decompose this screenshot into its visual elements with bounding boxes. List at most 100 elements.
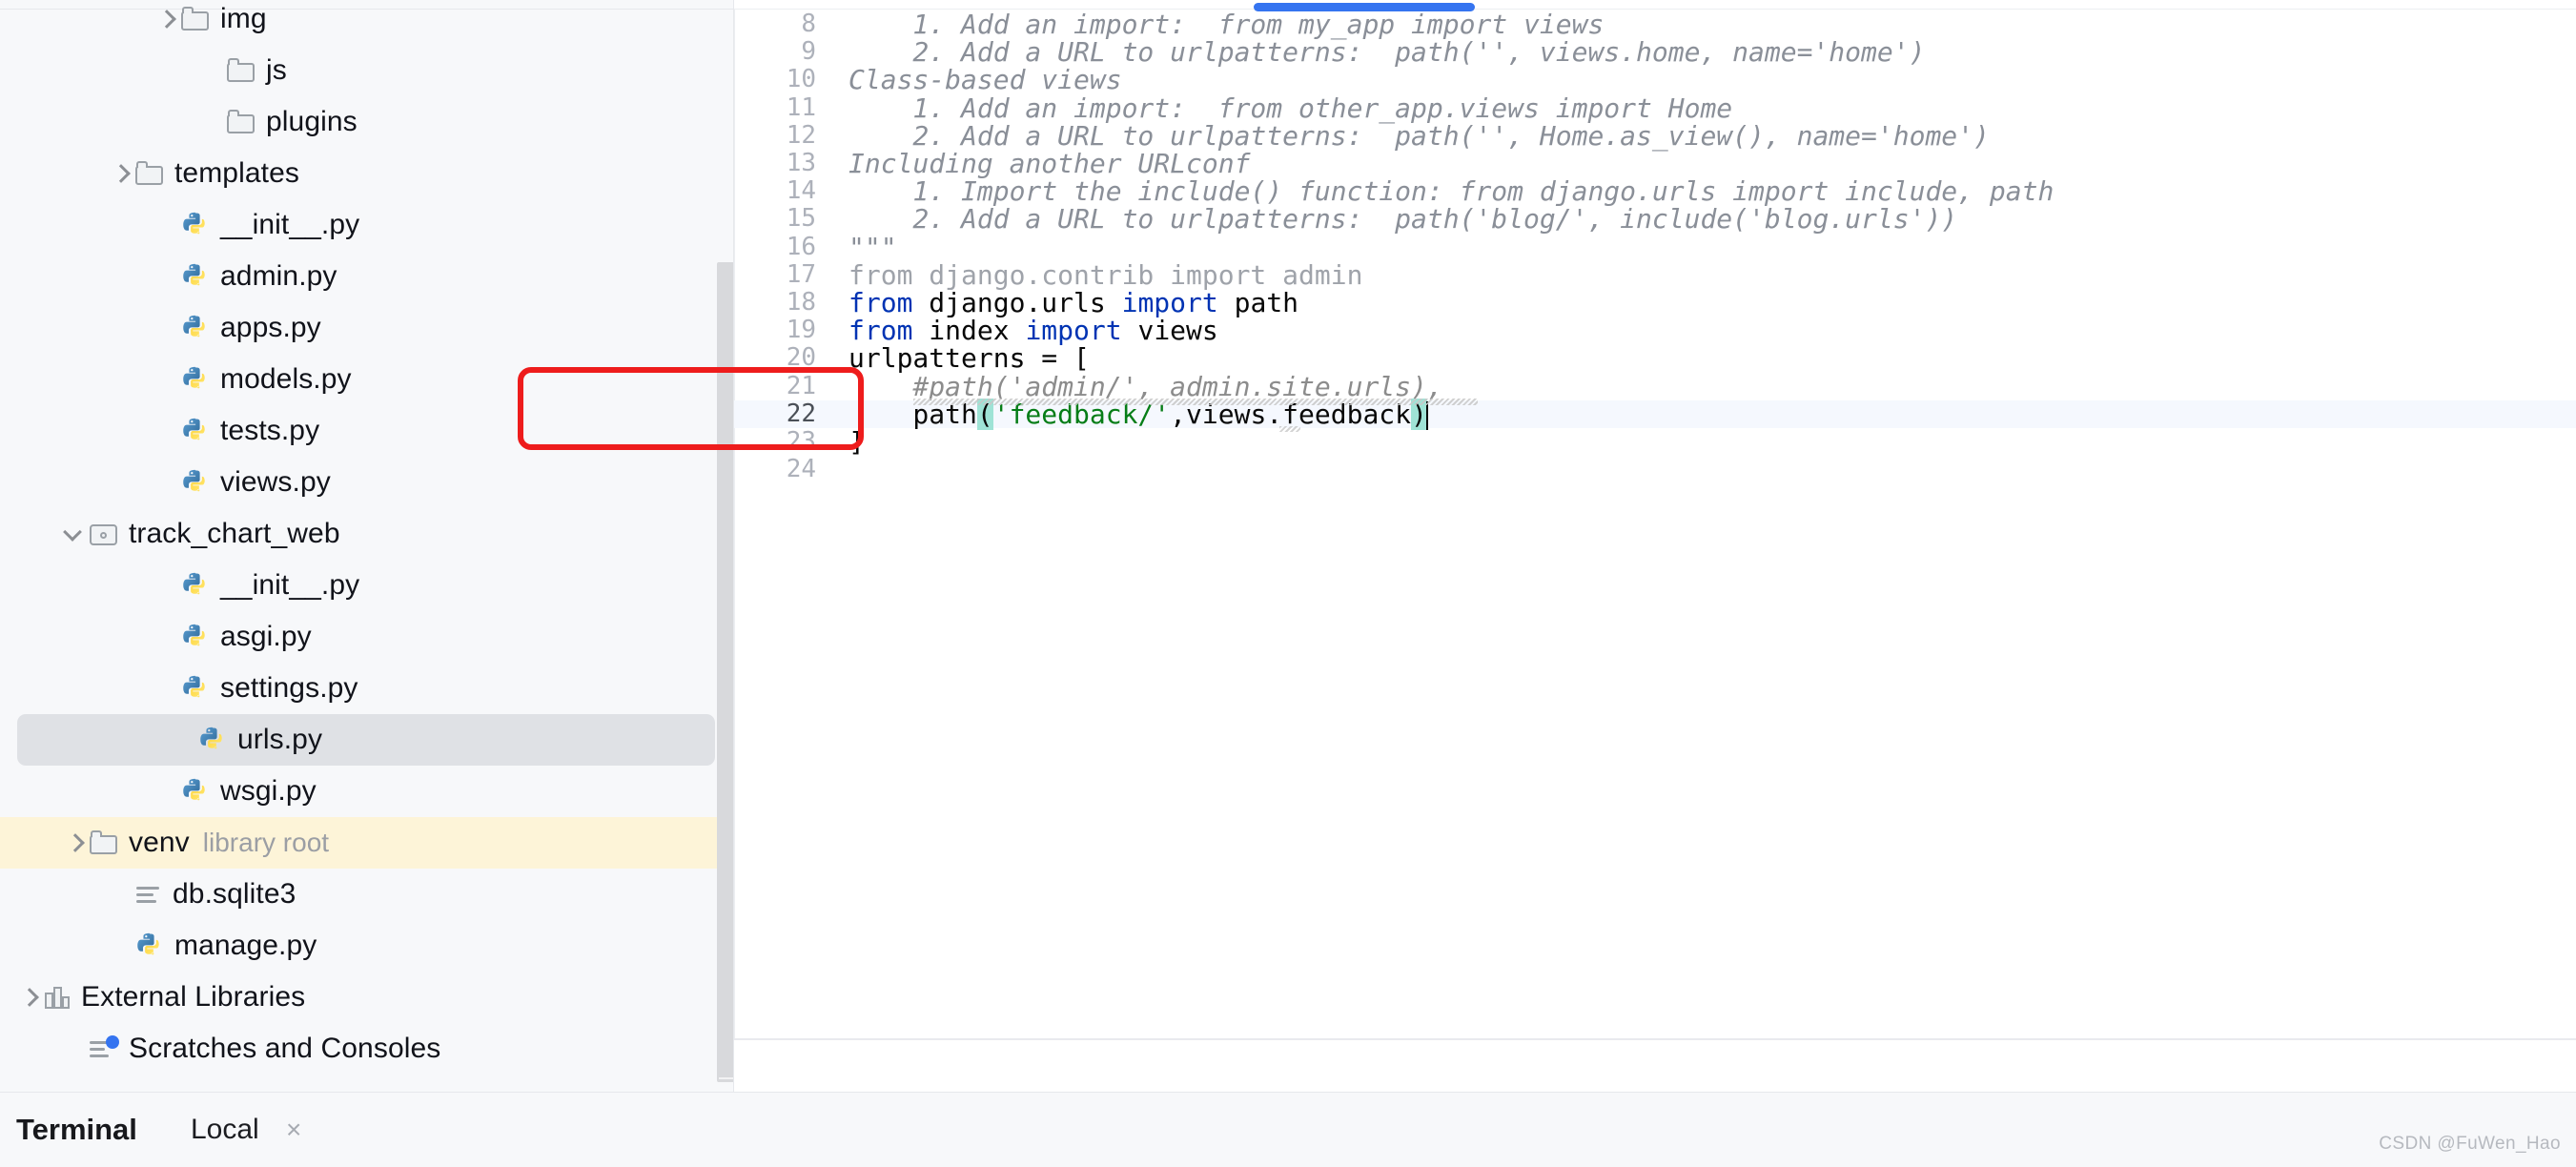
code-line-text: 1. Import the include() function: from d… — [848, 177, 2054, 205]
code-token: import — [1025, 315, 1138, 347]
chevron-down-icon[interactable] — [57, 508, 90, 560]
tree-item-manage-py[interactable]: manage.py — [0, 920, 734, 972]
code-line[interactable]: 8 1. Add an import: from my_app import v… — [734, 10, 2576, 39]
editor-bottom-divider — [734, 1038, 2576, 1040]
tree-item-views-py[interactable]: views.py — [0, 457, 734, 508]
tree-item-scratches-and-consoles[interactable]: Scratches and Consoles — [0, 1023, 734, 1075]
code-line-text: 2. Add a URL to urlpatterns: path('', vi… — [848, 38, 1925, 66]
code-line[interactable]: 17 from django.contrib import admin — [734, 258, 2576, 291]
code-line-text: 2. Add a URL to urlpatterns: path('blog/… — [848, 205, 1957, 233]
code-line-text: 1. Add an import: from my_app import vie… — [848, 10, 1604, 38]
project-tree-panel[interactable]: img js plugins templates __init__.py admin.py… — [0, 0, 734, 1092]
tree-item-label: tests.py — [220, 415, 320, 446]
code-line[interactable]: 10 Class-based views — [734, 66, 2576, 94]
tree-item--init-py[interactable]: __init__.py — [0, 560, 734, 611]
python-file-icon — [135, 932, 164, 960]
tree-item-plugins[interactable]: plugins — [0, 96, 734, 148]
tree-item-wsgi-py[interactable]: wsgi.py — [0, 766, 734, 817]
tree-item-label: wsgi.py — [220, 775, 317, 807]
sidebar-vertical-scrollbar[interactable] — [717, 262, 734, 1082]
python-file-icon — [181, 674, 210, 703]
chevron-right-icon[interactable] — [11, 972, 44, 1023]
tree-item-db-sqlite3[interactable]: db.sqlite3 — [0, 869, 734, 920]
code-line[interactable]: 21 #path('admin/', admin.site.urls), — [734, 372, 2576, 400]
ide-window: img js plugins templates __init__.py admin.py… — [0, 0, 2576, 1167]
tree-item-track-chart-web[interactable]: track_chart_web — [0, 508, 734, 560]
tree-arrow-placeholder — [149, 560, 181, 611]
tree-arrow-placeholder — [149, 457, 181, 508]
line-number: 19 — [786, 316, 816, 345]
tree-item-apps-py[interactable]: apps.py — [0, 302, 734, 354]
code-token: path — [1234, 287, 1299, 318]
code-token: from django.contrib import admin — [848, 258, 1363, 291]
tree-item-label: asgi.py — [220, 621, 312, 652]
chevron-right-icon[interactable] — [103, 148, 135, 199]
bottom-tool-window-bar[interactable]: Terminal Local × CSDN @FuWen_Hao — [0, 1092, 2576, 1167]
tree-item-asgi-py[interactable]: asgi.py — [0, 611, 734, 663]
line-number: 22 — [786, 399, 816, 428]
tree-item-tests-py[interactable]: tests.py — [0, 405, 734, 457]
code-line[interactable]: 19 from index import views — [734, 315, 2576, 347]
tree-item-label: venv — [129, 827, 190, 858]
code-token: Including another URLconf — [848, 148, 1251, 179]
code-line-text: 1. Add an import: from other_app.views i… — [848, 94, 1732, 122]
watermark-text: CSDN @FuWen_Hao — [2379, 1134, 2561, 1154]
tree-arrow-placeholder — [194, 96, 227, 148]
tree-item-external-libraries[interactable]: External Libraries — [0, 972, 734, 1023]
tree-arrow-placeholder — [194, 45, 227, 96]
code-line[interactable]: 16 """ — [734, 232, 2576, 261]
chevron-right-icon[interactable] — [57, 817, 90, 869]
tree-item-label: apps.py — [220, 312, 321, 343]
code-line[interactable]: 18 from django.urls import path — [734, 289, 2576, 317]
tree-item-label: Scratches and Consoles — [129, 1033, 441, 1064]
tree-item--init-py[interactable]: __init__.py — [0, 199, 734, 251]
code-token: views — [1137, 315, 1218, 347]
inspection-squiggle — [1279, 425, 1300, 432]
tree-arrow-placeholder — [149, 766, 181, 817]
close-icon[interactable]: × — [286, 1115, 301, 1145]
code-line[interactable]: 20 urlpatterns = [ — [734, 342, 2576, 375]
python-file-icon — [181, 314, 210, 342]
line-number: 16 — [786, 232, 816, 261]
tree-item-label: urls.py — [237, 724, 323, 755]
code-token: from — [848, 315, 930, 347]
tree-item-urls-py[interactable]: urls.py — [17, 714, 715, 766]
code-line-text: Class-based views — [848, 66, 1122, 93]
terminal-tool-window-label[interactable]: Terminal — [16, 1113, 137, 1147]
code-line[interactable]: 13 Including another URLconf — [734, 148, 2576, 179]
code-line[interactable]: 11 1. Add an import: from other_app.view… — [734, 93, 2576, 122]
tree-item-venv[interactable]: venv library root — [0, 817, 734, 869]
tree-arrow-placeholder — [57, 1023, 90, 1075]
project-tree[interactable]: img js plugins templates __init__.py admin.py… — [0, 3, 734, 1075]
code-line[interactable]: 14 1. Import the include() function: fro… — [734, 177, 2576, 206]
tree-item-models-py[interactable]: models.py — [0, 354, 734, 405]
text-caret — [1425, 400, 1428, 430]
code-token: 1. Import the include() function: from d… — [848, 175, 2055, 208]
folder-icon — [135, 161, 164, 186]
tree-item-img[interactable]: img — [0, 0, 734, 45]
code-token: 1. Add an import: from other_app.views i… — [848, 92, 1733, 124]
code-line[interactable]: 9 2. Add a URL to urlpatterns: path('', … — [734, 38, 2576, 67]
tree-item-templates[interactable]: templates — [0, 148, 734, 199]
code-token: urlpatterns = [ — [848, 342, 1090, 375]
tree-item-label: plugins — [266, 106, 358, 137]
tree-item-js[interactable]: js — [0, 45, 734, 96]
tree-item-admin-py[interactable]: admin.py — [0, 251, 734, 302]
terminal-tab-local[interactable]: Local — [191, 1114, 259, 1146]
code-line[interactable]: 24 — [734, 456, 2576, 483]
tree-item-settings-py[interactable]: settings.py — [0, 663, 734, 714]
code-line[interactable]: 15 2. Add a URL to urlpatterns: path('bl… — [734, 205, 2576, 234]
tree-arrow-placeholder — [149, 663, 181, 714]
code-line-text: ] — [848, 428, 865, 456]
chevron-right-icon[interactable] — [149, 0, 181, 45]
code-line[interactable]: 23] — [734, 428, 2576, 457]
code-line[interactable]: 12 2. Add a URL to urlpatterns: path('',… — [734, 121, 2576, 150]
code-editor[interactable]: 8 1. Add an import: from my_app import v… — [518, 0, 2576, 1040]
